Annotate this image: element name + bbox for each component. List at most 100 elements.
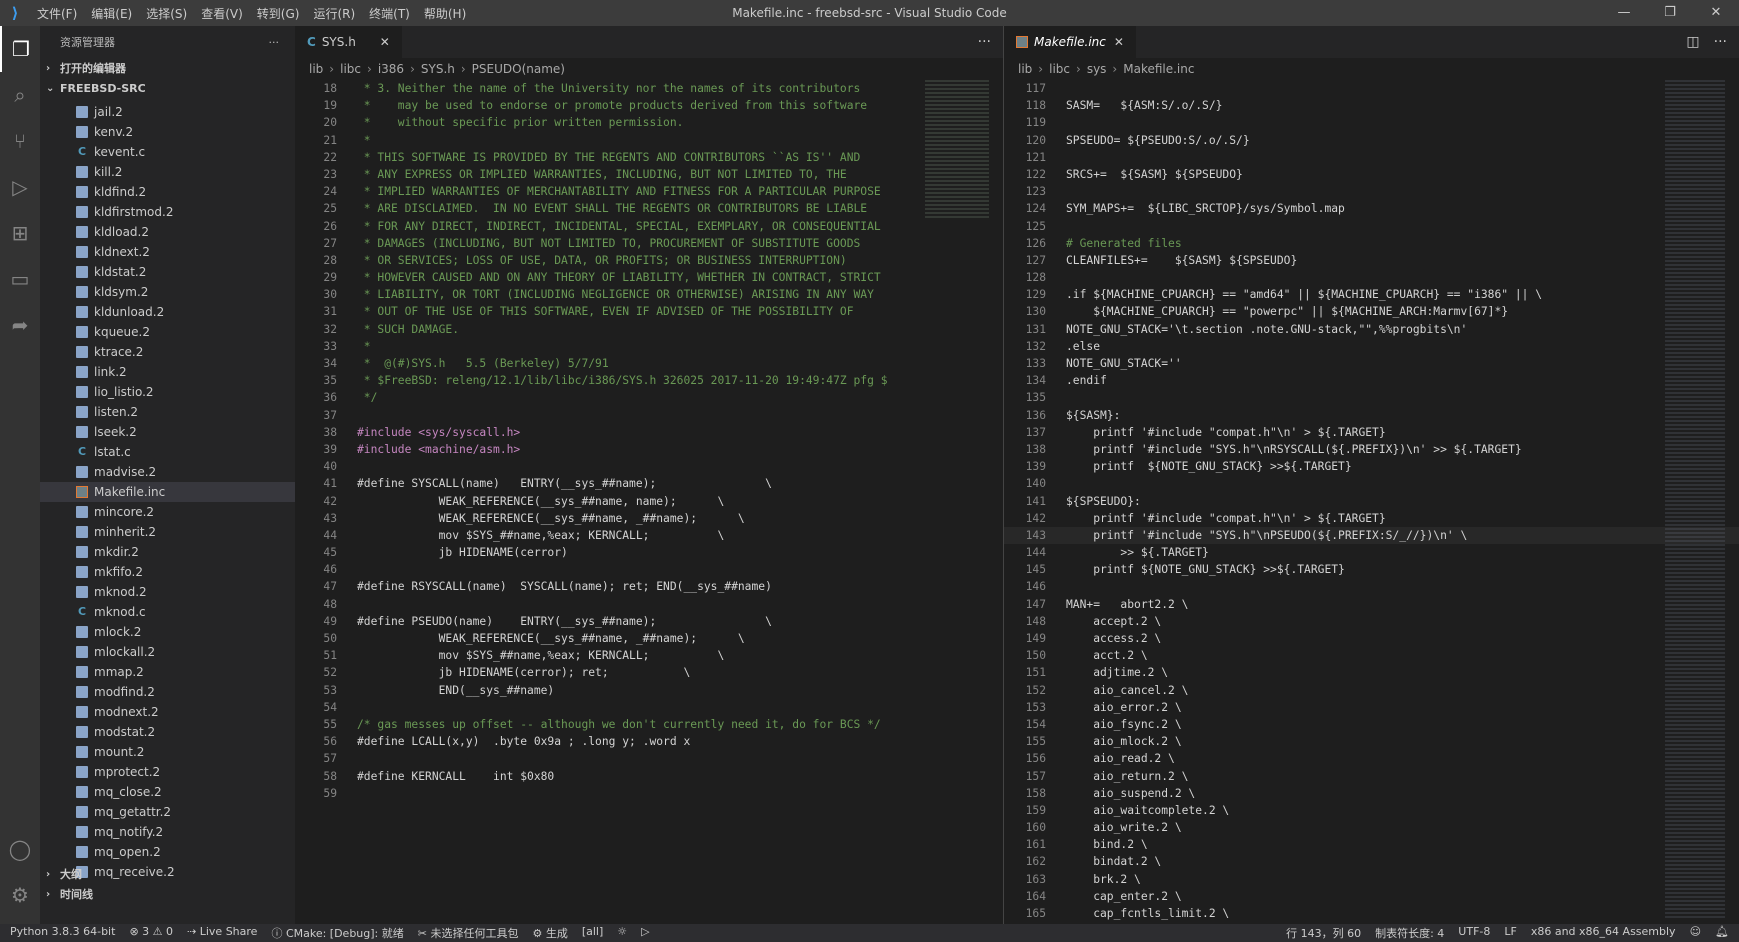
code-line[interactable]: 54 — [295, 699, 1003, 716]
python-interpreter[interactable]: Python 3.8.3 64-bit — [10, 925, 115, 941]
code-line[interactable]: 28 * OR SERVICES; LOSS OF USE, DATA, OR … — [295, 252, 1003, 269]
code-line[interactable]: 57 — [295, 750, 1003, 767]
code-line[interactable]: 19 * may be used to endorse or promote p… — [295, 97, 1003, 114]
menu-item[interactable]: 查看(V) — [194, 5, 250, 22]
code-line[interactable]: 158 aio_suspend.2 \ — [1004, 785, 1739, 802]
file-item[interactable]: mprotect.2 — [40, 762, 295, 782]
code-line[interactable]: 50 WEAK_REFERENCE(__sys_##name, _##name)… — [295, 630, 1003, 647]
code-line[interactable]: 157 aio_return.2 \ — [1004, 768, 1739, 785]
code-line[interactable]: 131 NOTE_GNU_STACK='\t.section .note.GNU-… — [1004, 321, 1739, 338]
remote-explorer-icon[interactable]: ▭ — [0, 256, 40, 302]
code-line[interactable]: 148 accept.2 \ — [1004, 613, 1739, 630]
run-debug-icon[interactable]: ▷ — [0, 164, 40, 210]
language-mode[interactable]: x86 and x86_64 Assembly — [1531, 925, 1676, 941]
code-line[interactable]: 47 #define RSYSCALL(name) SYSCALL(name); … — [295, 578, 1003, 595]
file-item[interactable]: jail.2 — [40, 102, 295, 122]
close-window-icon[interactable]: ✕ — [1693, 0, 1739, 26]
live-share-icon[interactable]: ➦ — [0, 302, 40, 348]
code-line[interactable]: 137 printf '#include "compat.h"\n' > ${.… — [1004, 424, 1739, 441]
code-line[interactable]: 155 aio_mlock.2 \ — [1004, 733, 1739, 750]
code-line[interactable]: 156 aio_read.2 \ — [1004, 750, 1739, 767]
code-line[interactable]: 40 — [295, 458, 1003, 475]
file-item[interactable]: mq_notify.2 — [40, 822, 295, 842]
file-item[interactable]: mount.2 — [40, 742, 295, 762]
code-line[interactable]: 149 access.2 \ — [1004, 630, 1739, 647]
breadcrumb-item[interactable]: i386 — [378, 62, 404, 76]
code-line[interactable]: 39 #include <machine/asm.h> — [295, 441, 1003, 458]
code-line[interactable]: 139 printf ${NOTE_GNU_STACK} >>${.TARGET… — [1004, 458, 1739, 475]
file-item[interactable]: modnext.2 — [40, 702, 295, 722]
file-item[interactable]: mkfifo.2 — [40, 562, 295, 582]
code-line[interactable]: 147 MAN+= abort2.2 \ — [1004, 596, 1739, 613]
breadcrumb-item[interactable]: libc — [1049, 62, 1070, 76]
problems-count[interactable]: ⊗ 3 ⚠ 0 — [129, 925, 173, 941]
code-line[interactable]: 35 * $FreeBSD: releng/12.1/lib/libc/i386… — [295, 372, 1003, 389]
code-line[interactable]: 142 printf '#include "compat.h"\n' > ${.… — [1004, 510, 1739, 527]
code-line[interactable]: 36 */ — [295, 389, 1003, 406]
code-line[interactable]: 24 * IMPLIED WARRANTIES OF MERCHANTABILI… — [295, 183, 1003, 200]
file-item[interactable]: minherit.2 — [40, 522, 295, 542]
menu-item[interactable]: 帮助(H) — [417, 5, 473, 22]
code-line[interactable]: 27 * DAMAGES (INCLUDING, BUT NOT LIMITED… — [295, 235, 1003, 252]
restore-icon[interactable]: ❐ — [1647, 0, 1693, 26]
files-icon[interactable]: ❐ — [0, 26, 40, 72]
code-line[interactable]: 33 * — [295, 338, 1003, 355]
cmake-kit[interactable]: ✂ 未选择任何工具包 — [418, 925, 519, 941]
gear-icon[interactable]: ⚙ — [0, 872, 40, 918]
close-tab-icon[interactable]: ✕ — [1114, 35, 1124, 49]
code-editor[interactable]: 117 118 SASM= ${ASM:S/.o/.S/} 119 120 SPSEUDO… — [1004, 80, 1739, 924]
file-item[interactable]: lseek.2 — [40, 422, 295, 442]
file-item[interactable]: kldfind.2 — [40, 182, 295, 202]
code-line[interactable]: 141 ${SPSEUDO}: — [1004, 493, 1739, 510]
menu-item[interactable]: 运行(R) — [306, 5, 362, 22]
more-actions-icon[interactable]: ··· — [978, 34, 991, 50]
breadcrumb-item[interactable]: lib — [309, 62, 323, 76]
source-control-icon[interactable]: ⑂ — [0, 118, 40, 164]
code-line[interactable]: 37 — [295, 407, 1003, 424]
code-line[interactable]: 38 #include <sys/syscall.h> — [295, 424, 1003, 441]
build-button[interactable]: ⚙ 生成 — [532, 925, 567, 941]
file-item[interactable]: mkdir.2 — [40, 542, 295, 562]
close-tab-icon[interactable]: ✕ — [380, 35, 390, 49]
code-line[interactable]: 22 * THIS SOFTWARE IS PROVIDED BY THE RE… — [295, 149, 1003, 166]
outline-section[interactable]: › 大纲 — [40, 864, 295, 884]
code-line[interactable]: 59 — [295, 785, 1003, 802]
code-line[interactable]: 30 * LIABILITY, OR TORT (INCLUDING NEGLI… — [295, 286, 1003, 303]
extensions-icon[interactable]: ⊞ — [0, 210, 40, 256]
launch-icon[interactable]: ▷ — [641, 925, 649, 941]
file-item[interactable]: mq_close.2 — [40, 782, 295, 802]
code-line[interactable]: 125 — [1004, 218, 1739, 235]
file-item[interactable]: modstat.2 — [40, 722, 295, 742]
file-item[interactable]: ktrace.2 — [40, 342, 295, 362]
code-line[interactable]: 144 >> ${.TARGET} — [1004, 544, 1739, 561]
file-item[interactable]: kldfirstmod.2 — [40, 202, 295, 222]
code-line[interactable]: 154 aio_fsync.2 \ — [1004, 716, 1739, 733]
code-line[interactable]: 26 * FOR ANY DIRECT, INDIRECT, INCIDENTA… — [295, 218, 1003, 235]
cmake-status[interactable]: ⓘ CMake: [Debug]: 就绪 — [271, 925, 403, 941]
code-line[interactable]: 21 * — [295, 132, 1003, 149]
file-item[interactable]: kill.2 — [40, 162, 295, 182]
code-line[interactable]: 29 * HOWEVER CAUSED AND ON ANY THEORY OF… — [295, 269, 1003, 286]
code-line[interactable]: 34 * @(#)SYS.h 5.5 (Berkeley) 5/7/91 — [295, 355, 1003, 372]
open-editors-section[interactable]: › 打开的编辑器 — [40, 58, 295, 78]
code-line[interactable]: 123 — [1004, 183, 1739, 200]
code-line[interactable]: 162 bindat.2 \ — [1004, 853, 1739, 870]
breadcrumb-item[interactable]: sys — [1087, 62, 1107, 76]
code-line[interactable]: 18 * 3. Neither the name of the Universi… — [295, 80, 1003, 97]
code-line[interactable]: 52 jb HIDENAME(cerror); ret; \ — [295, 664, 1003, 681]
code-line[interactable]: 143 printf '#include "SYS.h"\nPSEUDO(${.… — [1004, 526, 1739, 545]
code-line[interactable]: 159 aio_waitcomplete.2 \ — [1004, 802, 1739, 819]
tab-size[interactable]: 制表符长度: 4 — [1375, 925, 1444, 941]
code-line[interactable]: 121 — [1004, 149, 1739, 166]
code-line[interactable]: 124 SYM_MAPS+= ${LIBC_SRCTOP}/sys/Symbol.… — [1004, 200, 1739, 217]
minimap[interactable] — [925, 80, 989, 220]
file-item[interactable]: mq_open.2 — [40, 842, 295, 862]
code-line[interactable]: 120 SPSEUDO= ${PSEUDO:S/.o/.S/} — [1004, 132, 1739, 149]
account-icon[interactable]: ◯ — [0, 826, 40, 872]
code-line[interactable]: 132 .else — [1004, 338, 1739, 355]
menu-item[interactable]: 终端(T) — [362, 5, 417, 22]
menu-item[interactable]: 文件(F) — [30, 5, 84, 22]
code-line[interactable]: 55 /* gas messes up offset -- although we… — [295, 716, 1003, 733]
file-item[interactable]: kldunload.2 — [40, 302, 295, 322]
file-item[interactable]: mknod.2 — [40, 582, 295, 602]
